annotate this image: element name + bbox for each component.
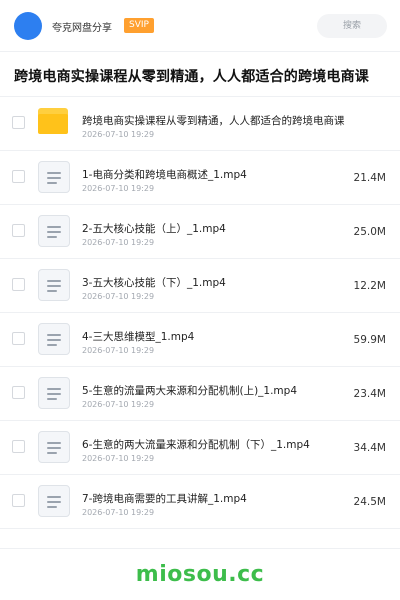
- list-item-folder[interactable]: 跨境电商实操课程从零到精通，人人都适合的跨境电商课 2026-07-10 19:…: [0, 97, 400, 151]
- list-item[interactable]: 1-电商分类和跨境电商概述_1.mp4 2026-07-10 19:29 21.…: [0, 151, 400, 205]
- file-icon: [38, 431, 70, 463]
- row-checkbox[interactable]: [12, 332, 25, 345]
- file-date: 2026-07-10 19:29: [82, 184, 155, 193]
- row-checkbox[interactable]: [12, 224, 25, 237]
- file-name: 1-电商分类和跨境电商概述_1.mp4: [82, 169, 247, 181]
- header: 夸克网盘分享 SVIP 搜索: [0, 0, 400, 52]
- file-date: 2026-07-10 19:29: [82, 346, 155, 355]
- file-size: 21.4M: [353, 172, 386, 184]
- file-icon: [38, 485, 70, 517]
- file-icon: [38, 161, 70, 193]
- file-size: 23.4M: [353, 388, 386, 400]
- file-date: 2026-07-10 19:29: [82, 130, 155, 139]
- watermark: miosou.cc: [135, 562, 265, 587]
- file-name: 3-五大核心技能（下）_1.mp4: [82, 277, 226, 289]
- folder-icon: [38, 108, 68, 134]
- row-checkbox[interactable]: [12, 494, 25, 507]
- file-list: 跨境电商实操课程从零到精通，人人都适合的跨境电商课 2026-07-10 19:…: [0, 97, 400, 529]
- list-item[interactable]: 7-跨境电商需要的工具讲解_1.mp4 2026-07-10 19:29 24.…: [0, 475, 400, 529]
- file-size: 59.9M: [353, 334, 386, 346]
- row-checkbox[interactable]: [12, 440, 25, 453]
- row-checkbox[interactable]: [12, 116, 25, 129]
- file-date: 2026-07-10 19:29: [82, 292, 155, 301]
- file-name: 6-生意的两大流量来源和分配机制（下）_1.mp4: [82, 439, 310, 451]
- file-name: 4-三大思维模型_1.mp4: [82, 331, 195, 343]
- avatar[interactable]: [14, 12, 42, 40]
- file-date: 2026-07-10 19:29: [82, 238, 155, 247]
- list-item[interactable]: 4-三大思维模型_1.mp4 2026-07-10 19:29 59.9M: [0, 313, 400, 367]
- row-checkbox[interactable]: [12, 278, 25, 291]
- file-size: 25.0M: [353, 226, 386, 238]
- list-item[interactable]: 5-生意的流量两大来源和分配机制(上)_1.mp4 2026-07-10 19:…: [0, 367, 400, 421]
- file-name: 5-生意的流量两大来源和分配机制(上)_1.mp4: [82, 385, 298, 397]
- list-item[interactable]: 6-生意的两大流量来源和分配机制（下）_1.mp4 2026-07-10 19:…: [0, 421, 400, 475]
- file-icon: [38, 269, 70, 301]
- file-size: 34.4M: [353, 442, 386, 454]
- file-date: 2026-07-10 19:29: [82, 508, 155, 517]
- file-name: 7-跨境电商需要的工具讲解_1.mp4: [82, 493, 247, 505]
- file-icon: [38, 215, 70, 247]
- svip-badge: SVIP: [124, 18, 154, 33]
- row-checkbox[interactable]: [12, 170, 25, 183]
- page-title: 跨境电商实操课程从零到精通，人人都适合的跨境电商课: [14, 69, 369, 85]
- file-size: 12.2M: [353, 280, 386, 292]
- file-icon: [38, 323, 70, 355]
- app-name: 夸克网盘分享: [52, 23, 112, 34]
- file-date: 2026-07-10 19:29: [82, 400, 155, 409]
- list-item[interactable]: 2-五大核心技能（上）_1.mp4 2026-07-10 19:29 25.0M: [0, 205, 400, 259]
- list-item[interactable]: 3-五大核心技能（下）_1.mp4 2026-07-10 19:29 12.2M: [0, 259, 400, 313]
- file-name: 2-五大核心技能（上）_1.mp4: [82, 223, 226, 235]
- file-date: 2026-07-10 19:29: [82, 454, 155, 463]
- file-icon: [38, 377, 70, 409]
- row-checkbox[interactable]: [12, 386, 25, 399]
- file-name: 跨境电商实操课程从零到精通，人人都适合的跨境电商课: [82, 115, 345, 127]
- file-size: 24.5M: [353, 496, 386, 508]
- search-input[interactable]: 搜索: [317, 14, 387, 38]
